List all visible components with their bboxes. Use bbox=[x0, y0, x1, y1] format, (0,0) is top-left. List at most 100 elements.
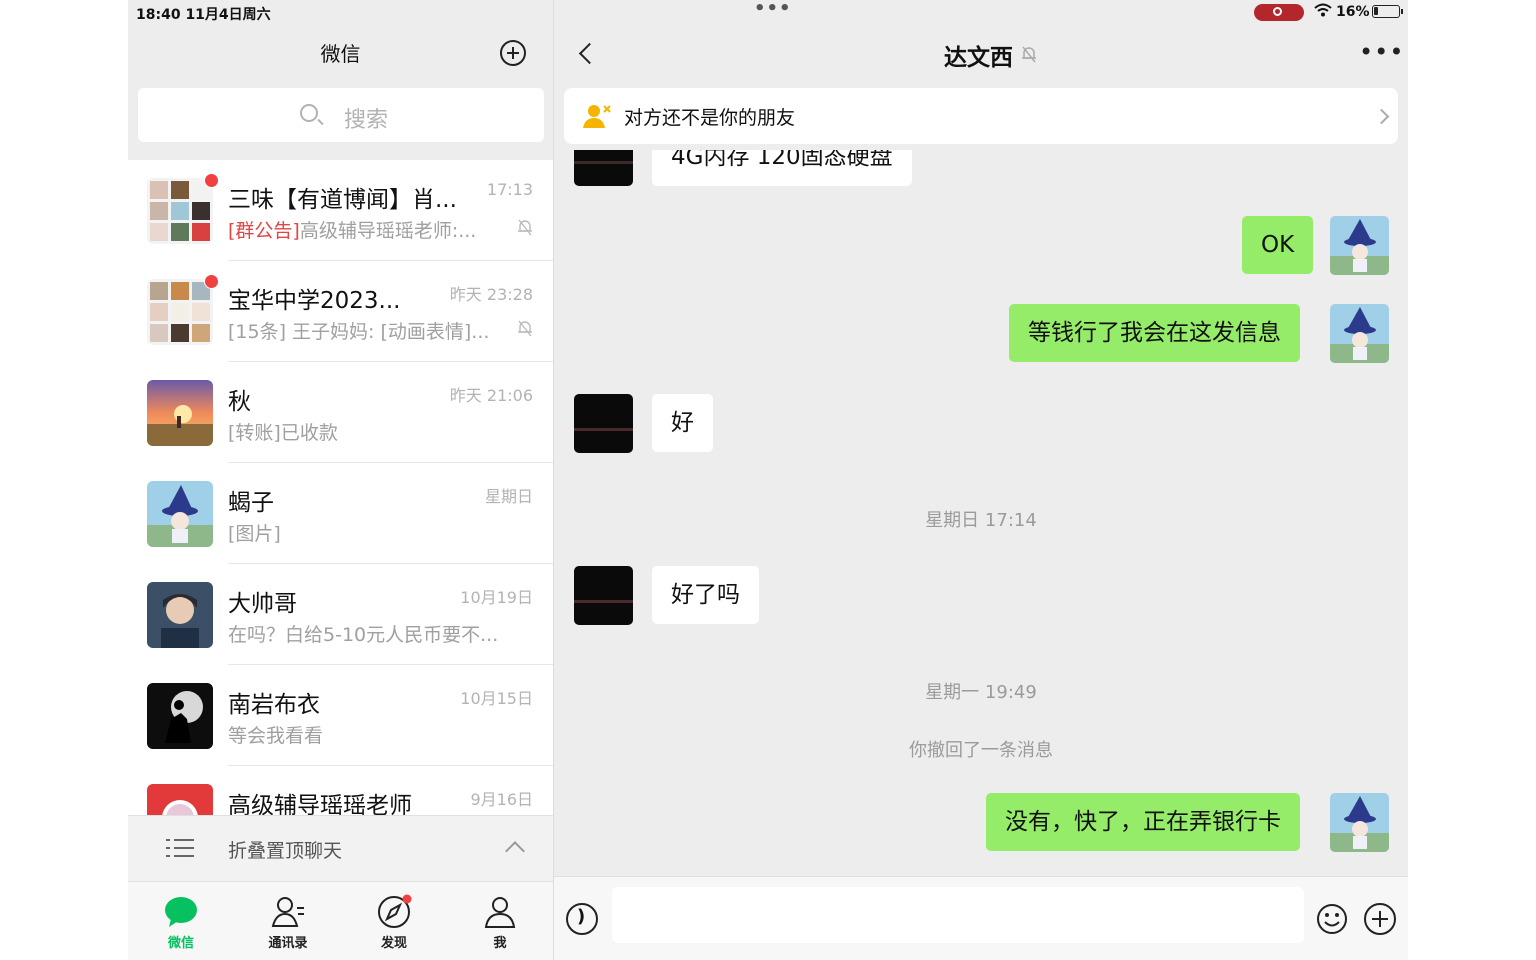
conversation-item[interactable]: 宝华中学2023... 昨天 23:28 [15条] 王子妈妈: [动画表情].… bbox=[128, 261, 553, 362]
contact-avatar[interactable] bbox=[574, 150, 633, 186]
back-icon[interactable] bbox=[578, 42, 601, 65]
conversation-item[interactable]: 大帅哥 10月19日 在吗？白给5-10元人民币要不... bbox=[128, 564, 553, 665]
chat-time: 9月16日 bbox=[470, 790, 533, 809]
tab-label: 我 bbox=[493, 936, 507, 951]
chat-name: 宝华中学2023... bbox=[228, 288, 401, 314]
timestamp: 星期日 17:14 bbox=[925, 510, 1037, 531]
chat-bubble-icon bbox=[165, 897, 197, 927]
list-icon bbox=[166, 839, 194, 857]
message-bubble-out[interactable]: OK bbox=[1242, 216, 1314, 274]
add-icon[interactable] bbox=[500, 40, 526, 66]
wifi-icon bbox=[1314, 3, 1332, 17]
conversation-item[interactable]: 蝎子 星期日 [图片] bbox=[128, 463, 553, 564]
chat-list-panel: 微信 搜索 三味【有道博闻】肖... 17:13 [群公告]高级辅导瑶瑶老师:.… bbox=[128, 0, 553, 960]
tab-label: 通讯录 bbox=[268, 936, 308, 951]
mute-bell-icon bbox=[518, 219, 532, 236]
group-avatar bbox=[147, 178, 213, 244]
unread-badge bbox=[204, 173, 219, 188]
my-avatar[interactable] bbox=[1330, 793, 1389, 852]
chat-name: 高级辅导瑶瑶老师 bbox=[228, 793, 412, 815]
chat-panel: 达文西 ••• 对方还不是你的朋友 4G内存 120固态硬盘 OK 等钱行了我会… bbox=[554, 0, 1408, 960]
unread-badge bbox=[204, 274, 219, 289]
tab-discover[interactable]: 发现 bbox=[354, 894, 434, 951]
compass-icon bbox=[378, 894, 412, 928]
chat-name: 蝎子 bbox=[228, 490, 274, 516]
chat-name: 秋 bbox=[228, 389, 251, 415]
battery-icon bbox=[1372, 5, 1403, 18]
emoji-icon[interactable] bbox=[1316, 903, 1348, 935]
status-time: 18:40 11月4日周六 bbox=[136, 7, 271, 23]
conversation-list: 三味【有道博闻】肖... 17:13 [群公告]高级辅导瑶瑶老师:... 宝华中… bbox=[128, 160, 553, 815]
voice-icon[interactable] bbox=[566, 903, 598, 935]
chat-preview: 在吗？白给5-10元人民币要不... bbox=[228, 624, 499, 646]
chat-preview: [转账]已收款 bbox=[228, 422, 338, 444]
battery-percent: 16% bbox=[1336, 4, 1370, 20]
not-friend-banner[interactable]: 对方还不是你的朋友 bbox=[564, 88, 1398, 144]
mute-bell-icon bbox=[518, 320, 532, 337]
recall-notice: 你撤回了一条消息 bbox=[909, 740, 1053, 761]
chat-time: 10月15日 bbox=[460, 689, 533, 708]
message-bubble-out[interactable]: 等钱行了我会在这发信息 bbox=[1009, 304, 1300, 362]
my-avatar[interactable] bbox=[1330, 304, 1389, 363]
conversation-item[interactable]: 三味【有道博闻】肖... 17:13 [群公告]高级辅导瑶瑶老师:... bbox=[128, 160, 553, 261]
tab-me[interactable]: 我 bbox=[460, 894, 540, 951]
message-bubble-out[interactable]: 没有，快了，正在弄银行卡 bbox=[986, 793, 1300, 851]
message-input[interactable] bbox=[612, 887, 1304, 943]
chat-name: 南岩布衣 bbox=[228, 692, 320, 718]
app-title: 微信 bbox=[320, 42, 361, 66]
tab-label: 发现 bbox=[380, 936, 407, 951]
mute-bell-icon bbox=[1022, 46, 1036, 63]
contacts-icon bbox=[271, 897, 304, 927]
input-bar bbox=[554, 876, 1408, 960]
chat-title: 达文西 bbox=[944, 45, 1013, 71]
conversation-item[interactable]: 南岩布衣 10月15日 等会我看看 bbox=[128, 665, 553, 766]
person-icon bbox=[484, 897, 516, 928]
chat-name: 三味【有道博闻】肖... bbox=[228, 187, 457, 213]
more-actions-icon[interactable] bbox=[1364, 903, 1396, 935]
chat-preview-text: 高级辅导瑶瑶老师:... bbox=[299, 220, 477, 242]
contact-avatar[interactable] bbox=[574, 394, 633, 453]
tab-contacts[interactable]: 通讯录 bbox=[248, 894, 328, 951]
timestamp: 星期一 19:49 bbox=[925, 682, 1037, 703]
conversation-item[interactable]: 秋 昨天 21:06 [转账]已收款 bbox=[128, 362, 553, 463]
chat-time: 星期日 bbox=[484, 487, 533, 506]
sunset-avatar bbox=[147, 380, 213, 446]
chat-time: 17:13 bbox=[486, 180, 533, 199]
message-bubble-in[interactable]: 好了吗 bbox=[652, 566, 759, 624]
search-placeholder: 搜索 bbox=[344, 108, 389, 133]
chevron-up-icon bbox=[505, 841, 525, 861]
screen-recording-icon bbox=[1254, 4, 1304, 21]
bottom-tab-bar: 微信 通讯录 发现 我 bbox=[128, 881, 553, 960]
chat-time: 昨天 23:28 bbox=[449, 285, 533, 304]
fold-label: 折叠置顶聊天 bbox=[228, 840, 343, 862]
chat-preview: 等会我看看 bbox=[228, 725, 324, 747]
more-options-icon[interactable]: ••• bbox=[1359, 38, 1404, 66]
tab-chats[interactable]: 微信 bbox=[141, 894, 221, 951]
witch-avatar bbox=[147, 481, 213, 547]
add-friend-icon bbox=[583, 105, 611, 128]
person-photo-avatar bbox=[147, 582, 213, 648]
contact-avatar[interactable] bbox=[574, 566, 633, 625]
group-notice-tag: [群公告] bbox=[228, 220, 300, 242]
chat-time: 昨天 21:06 bbox=[449, 386, 533, 405]
message-bubble-in[interactable]: 好 bbox=[652, 394, 713, 452]
teacher-avatar bbox=[147, 784, 213, 815]
status-bar: 18:40 11月4日周六 ••• 16% bbox=[128, 0, 1408, 24]
chat-time: 10月19日 bbox=[460, 588, 533, 607]
my-avatar[interactable] bbox=[1330, 216, 1389, 275]
multitask-dots-icon[interactable]: ••• bbox=[754, 0, 792, 19]
tab-label: 微信 bbox=[167, 936, 194, 951]
chat-preview: [图片] bbox=[228, 523, 281, 545]
silhouette-avatar bbox=[147, 683, 213, 749]
chat-preview: [群公告]高级辅导瑶瑶老师:... bbox=[228, 216, 476, 243]
group-avatar bbox=[147, 279, 213, 345]
message-bubble-in[interactable]: 4G内存 120固态硬盘 bbox=[652, 150, 912, 186]
conversation-item[interactable]: 高级辅导瑶瑶老师 9月16日 bbox=[128, 766, 553, 815]
app-window: 微信 搜索 三味【有道博闻】肖... 17:13 [群公告]高级辅导瑶瑶老师:.… bbox=[128, 0, 1408, 960]
chat-preview: [15条] 王子妈妈: [动画表情]... bbox=[228, 321, 490, 343]
collapse-pinned-chats[interactable]: 折叠置顶聊天 bbox=[128, 815, 553, 882]
message-area: 4G内存 120固态硬盘 OK 等钱行了我会在这发信息 好 星期日 17:14 … bbox=[554, 150, 1408, 876]
search-bar[interactable]: 搜索 bbox=[138, 88, 544, 142]
chevron-right-icon bbox=[1373, 108, 1390, 125]
banner-text: 对方还不是你的朋友 bbox=[624, 107, 796, 129]
